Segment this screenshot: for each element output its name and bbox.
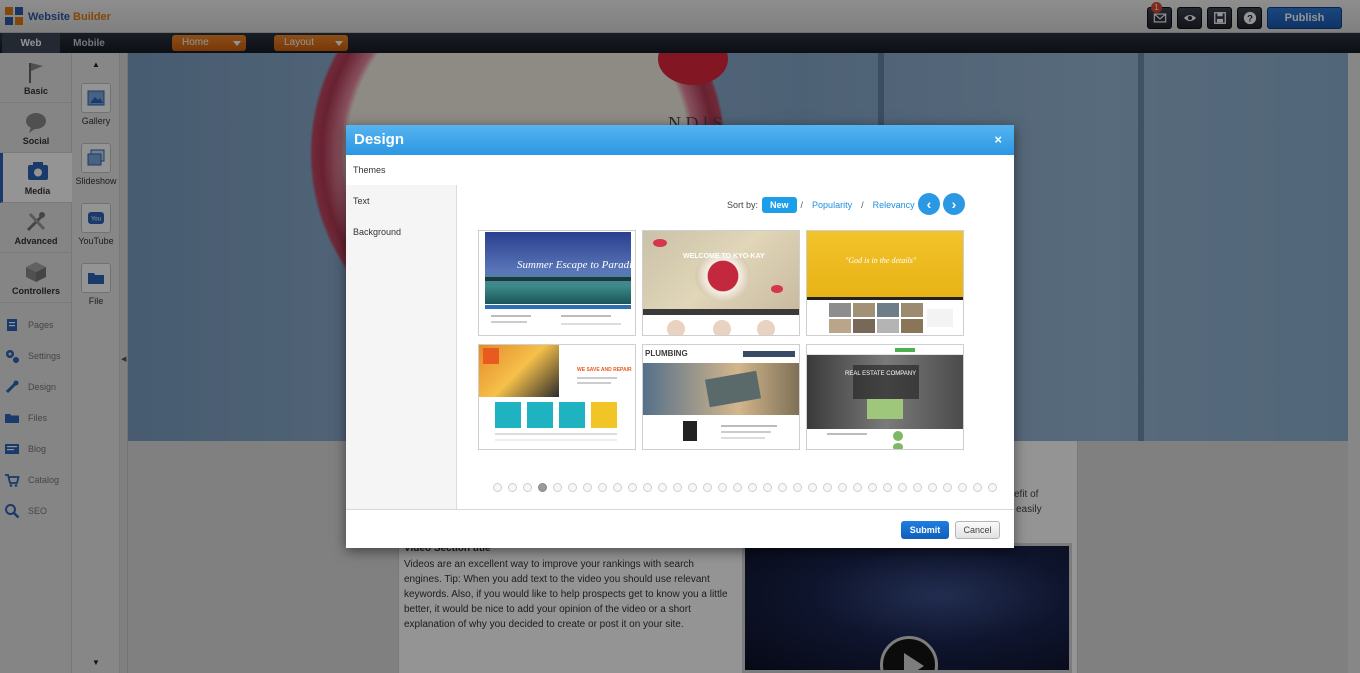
- chevron-left-icon[interactable]: ‹: [918, 193, 940, 215]
- active-tab-connector: [457, 155, 458, 185]
- dialog-footer: Submit Cancel: [346, 509, 1014, 548]
- pagination-dot[interactable]: [628, 483, 637, 492]
- theme-headline: PLUMBING: [645, 349, 688, 358]
- pagination-dot[interactable]: [523, 483, 532, 492]
- theme-headline: REAL ESTATE COMPANY: [845, 371, 917, 377]
- sort-option-popularity[interactable]: Popularity: [812, 200, 852, 210]
- close-icon[interactable]: ×: [994, 132, 1002, 147]
- theme-headline: WELCOME TO KYO-KAY: [683, 253, 765, 260]
- theme-headline: "God is in the details": [845, 256, 917, 265]
- sort-option-new[interactable]: New: [762, 197, 797, 213]
- sort-option-relevancy[interactable]: Relevancy: [873, 200, 915, 210]
- theme-thumbnail-real-estate[interactable]: REAL ESTATE COMPANY: [806, 344, 964, 450]
- pagination-dot[interactable]: [793, 483, 802, 492]
- pagination-dot[interactable]: [958, 483, 967, 492]
- pagination-dot[interactable]: [553, 483, 562, 492]
- pagination-dot[interactable]: [808, 483, 817, 492]
- pagination-dot[interactable]: [778, 483, 787, 492]
- pagination-dot[interactable]: [688, 483, 697, 492]
- pagination-dot[interactable]: [598, 483, 607, 492]
- pagination-dot[interactable]: [868, 483, 877, 492]
- pagination-dot[interactable]: [493, 483, 502, 492]
- pagination-dot[interactable]: [913, 483, 922, 492]
- pagination-dot[interactable]: [898, 483, 907, 492]
- cancel-button[interactable]: Cancel: [955, 521, 1000, 539]
- tab-background[interactable]: Background: [346, 217, 457, 247]
- sort-separator: /: [800, 200, 804, 210]
- theme-thumbnail-handyman[interactable]: WE SAVE AND REPAIR: [478, 344, 636, 450]
- pagination-dot[interactable]: [703, 483, 712, 492]
- theme-headline: WE SAVE AND REPAIR: [577, 367, 632, 373]
- tab-themes[interactable]: Themes: [346, 155, 457, 185]
- theme-thumbnail-details[interactable]: "God is in the details": [806, 230, 964, 336]
- pagination-dot[interactable]: [508, 483, 517, 492]
- pagination-dot[interactable]: [853, 483, 862, 492]
- pagination-dot[interactable]: [718, 483, 727, 492]
- pagination-dot[interactable]: [583, 483, 592, 492]
- sort-bar: Sort by: New / Popularity / Relevancy: [727, 197, 920, 213]
- dialog-title: Design: [354, 131, 405, 148]
- design-tabs: Themes Text Background: [346, 155, 457, 509]
- sort-label: Sort by:: [727, 200, 759, 210]
- theme-thumbnail-plumbing[interactable]: PLUMBING: [642, 344, 800, 450]
- pagination-dot[interactable]: [838, 483, 847, 492]
- themes-grid: Summer Escape to Paradise WELCOME TO KYO…: [478, 230, 968, 452]
- pagination-dot[interactable]: [673, 483, 682, 492]
- theme-headline: Summer Escape to Paradise: [517, 259, 636, 271]
- pagination-dot[interactable]: [538, 483, 547, 492]
- pagination-dot[interactable]: [973, 483, 982, 492]
- pagination-dot[interactable]: [748, 483, 757, 492]
- theme-thumbnail-summer-escape[interactable]: Summer Escape to Paradise: [478, 230, 636, 336]
- sort-separator: /: [861, 200, 864, 210]
- pagination-dot[interactable]: [763, 483, 772, 492]
- themes-pagination: [493, 483, 997, 492]
- tab-text[interactable]: Text: [346, 186, 457, 216]
- design-dialog: Design × Themes Text Background Sort by:…: [346, 125, 1014, 548]
- dialog-header: Design ×: [346, 125, 1014, 155]
- pagination-dot[interactable]: [823, 483, 832, 492]
- pagination-dot[interactable]: [943, 483, 952, 492]
- pagination-dot[interactable]: [733, 483, 742, 492]
- theme-thumbnail-kyo-kay[interactable]: WELCOME TO KYO-KAY: [642, 230, 800, 336]
- pagination-dot[interactable]: [613, 483, 622, 492]
- pagination-dot[interactable]: [568, 483, 577, 492]
- pagination-dot[interactable]: [928, 483, 937, 492]
- pagination-dot[interactable]: [883, 483, 892, 492]
- submit-button[interactable]: Submit: [901, 521, 949, 539]
- chevron-right-icon[interactable]: ›: [943, 193, 965, 215]
- pagination-dot[interactable]: [643, 483, 652, 492]
- pagination-dot[interactable]: [658, 483, 667, 492]
- pagination-dot[interactable]: [988, 483, 997, 492]
